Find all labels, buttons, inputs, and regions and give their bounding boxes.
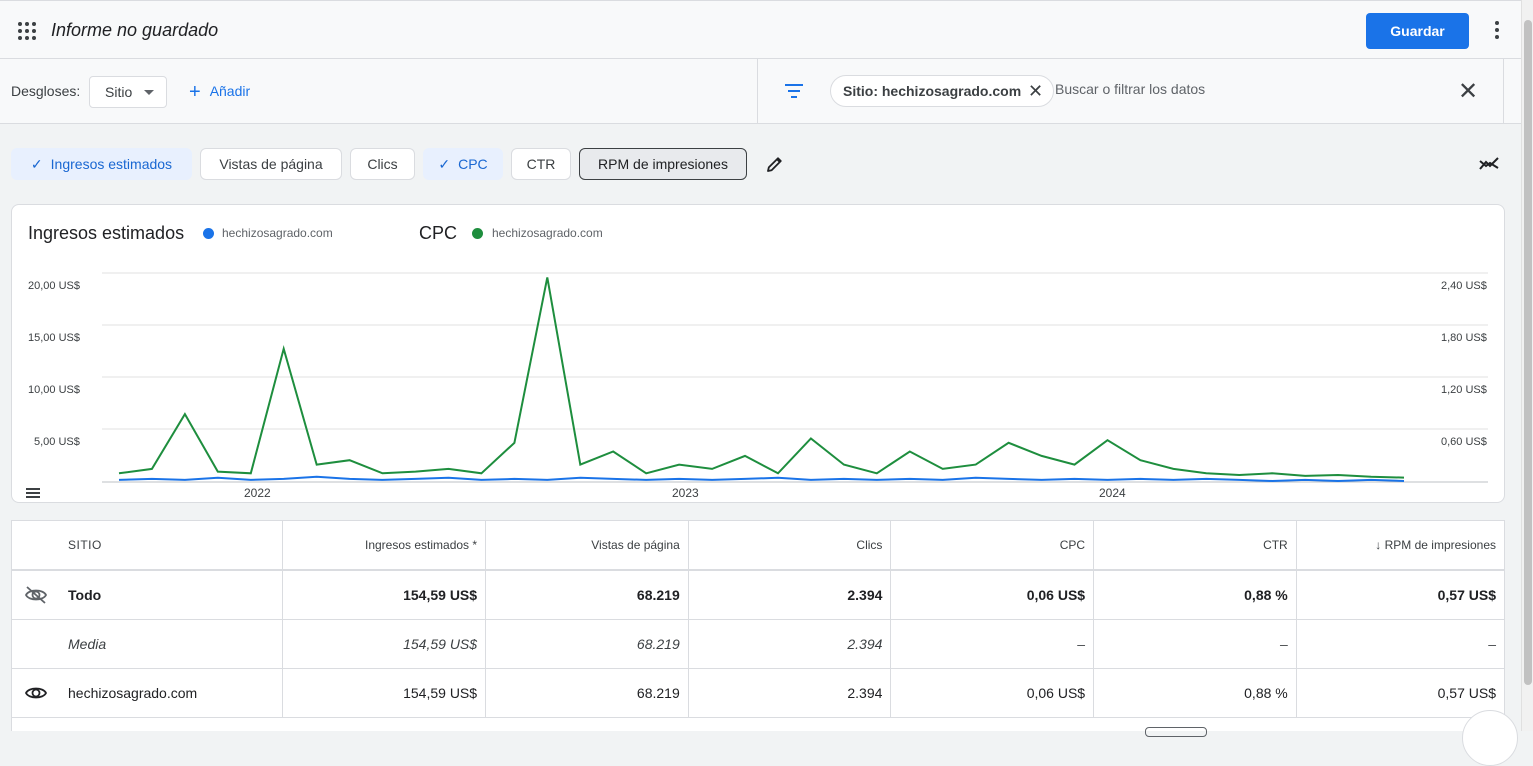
- cell-value: –: [1296, 619, 1504, 669]
- edit-pencil-icon[interactable]: [765, 154, 785, 174]
- table-row-total: Todo 154,59 US$ 68.219 2.394 0,06 US$ 0,…: [12, 570, 1504, 620]
- column-header-sitio[interactable]: SITIO: [12, 521, 284, 571]
- cell-value: 0,57 US$: [1296, 668, 1504, 718]
- breakdown-select[interactable]: Sitio: [89, 76, 167, 108]
- remove-filter-icon[interactable]: ✕: [1028, 76, 1043, 106]
- column-header-clics[interactable]: Clics: [688, 521, 892, 571]
- cell-value: –: [890, 619, 1095, 669]
- metric-chip-vistas-de-pagina[interactable]: Vistas de página: [200, 148, 342, 180]
- cell-value: 2.394: [688, 619, 892, 669]
- cell-value: 154,59 US$: [282, 570, 487, 620]
- add-breakdown-button[interactable]: + Añadir: [189, 81, 250, 104]
- metric-chip-label: RPM de impresiones: [598, 156, 728, 172]
- cell-value: 0,06 US$: [890, 668, 1095, 718]
- cell-value: 2.394: [688, 570, 892, 620]
- data-table-card: SITIO Ingresos estimados * Vistas de pág…: [11, 520, 1505, 731]
- cell-value: 68.219: [485, 668, 689, 718]
- x-tick: 2023: [672, 486, 699, 500]
- metric-chip-label: Ingresos estimados: [50, 156, 173, 172]
- cell-value: 2.394: [688, 668, 892, 718]
- table-row-site: hechizosagrado.com 154,59 US$ 68.219 2.3…: [12, 668, 1504, 718]
- search-input[interactable]: [1055, 81, 1415, 97]
- scrollbar-thumb[interactable]: [1524, 20, 1532, 685]
- cell-value: 0,06 US$: [890, 570, 1095, 620]
- row-name: Todo: [68, 586, 102, 603]
- metric-chip-clics[interactable]: Clics: [350, 148, 415, 180]
- metric-chip-label: Clics: [367, 156, 398, 172]
- add-label: Añadir: [209, 83, 251, 99]
- metric-chip-cpc[interactable]: ✓ CPC: [423, 148, 503, 180]
- more-vert-icon[interactable]: [1489, 21, 1505, 41]
- filter-bar: Desgloses: Sitio + Añadir Sitio: hechizos…: [0, 59, 1521, 124]
- close-icon[interactable]: ✕: [1458, 77, 1478, 106]
- breakdowns-label: Desgloses:: [11, 83, 81, 99]
- apps-grid-icon[interactable]: [18, 22, 36, 40]
- cell-value: 68.219: [485, 619, 689, 669]
- plus-icon: +: [189, 81, 201, 103]
- table-row-media: Media 154,59 US$ 68.219 2.394 – – –: [12, 619, 1504, 669]
- x-tick: 2022: [244, 486, 271, 500]
- caret-down-icon: [144, 90, 154, 95]
- breakdown-value: Sitio: [105, 84, 133, 100]
- active-filter-label: Sitio: hechizosagrado.com: [843, 83, 1022, 99]
- column-header-cpc[interactable]: CPC: [890, 521, 1095, 571]
- row-name: hechizosagrado.com: [68, 684, 198, 701]
- row-name: Media: [12, 619, 284, 669]
- cell-value: 68.219: [485, 570, 689, 620]
- metric-chip-label: Vistas de página: [219, 156, 323, 172]
- cell-value: 0,88 %: [1093, 668, 1297, 718]
- cell-value: 154,59 US$: [282, 619, 487, 669]
- filter-icon[interactable]: [785, 84, 803, 98]
- divider: [757, 59, 758, 124]
- column-header-ctr[interactable]: CTR: [1093, 521, 1297, 571]
- pagination-select[interactable]: [1145, 727, 1207, 737]
- x-tick: 2024: [1099, 486, 1126, 500]
- column-header-ingresos[interactable]: Ingresos estimados *: [282, 521, 487, 571]
- report-title[interactable]: Informe no guardado: [51, 20, 218, 41]
- cell-value: 154,59 US$: [282, 668, 487, 718]
- data-table: SITIO Ingresos estimados * Vistas de pág…: [12, 521, 1504, 718]
- metric-chip-ctr[interactable]: CTR: [511, 148, 571, 180]
- page-scrollbar[interactable]: [1521, 0, 1533, 731]
- check-icon: ✓: [30, 156, 43, 172]
- compare-trend-icon[interactable]: [1478, 154, 1500, 174]
- visibility-off-icon[interactable]: [24, 585, 48, 605]
- cell-value: 0,57 US$: [1296, 570, 1504, 620]
- cell-value: 0,88 %: [1093, 570, 1297, 620]
- chart-plot: [102, 272, 1488, 483]
- top-bar: Informe no guardado Guardar: [0, 0, 1521, 59]
- metric-chip-label: CPC: [458, 156, 488, 172]
- chart-menu-icon[interactable]: [26, 488, 40, 499]
- metric-chip-label: CTR: [526, 156, 556, 172]
- visibility-icon[interactable]: [24, 683, 48, 703]
- active-filter-chip[interactable]: Sitio: hechizosagrado.com ✕: [830, 75, 1055, 107]
- column-header-rpm[interactable]: ↓ RPM de impresiones: [1296, 521, 1504, 571]
- save-button[interactable]: Guardar: [1366, 13, 1469, 49]
- series-line-ingresos: [118, 475, 1405, 483]
- check-icon: ✓: [438, 156, 451, 172]
- cell-value: –: [1093, 619, 1297, 669]
- column-header-vistas[interactable]: Vistas de página: [485, 521, 689, 571]
- metric-chip-ingresos-estimados[interactable]: ✓ Ingresos estimados: [11, 148, 192, 180]
- divider: [1503, 59, 1504, 124]
- metric-chip-rpm[interactable]: RPM de impresiones: [579, 148, 747, 180]
- chart-card: Ingresos estimados hechizosagrado.com CP…: [11, 204, 1505, 503]
- scroll-to-top-button[interactable]: [1462, 710, 1518, 766]
